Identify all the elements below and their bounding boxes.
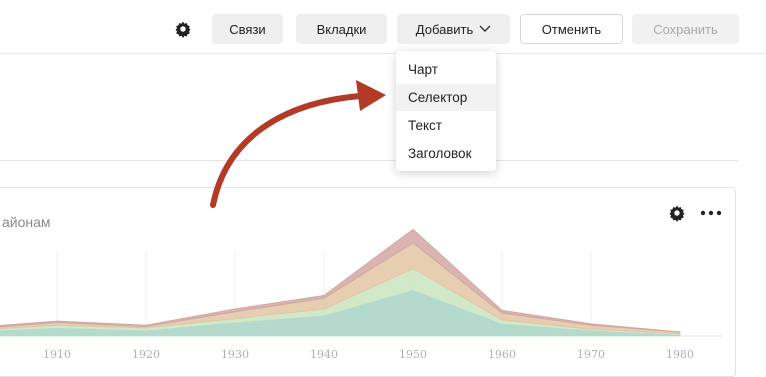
add-dropdown-menu: Чарт Селектор Текст Заголовок [396,51,496,171]
menu-item-label: Чарт [408,62,438,77]
menu-item-label: Селектор [408,90,468,105]
dashboard-toolbar: Связи Вкладки Добавить Отменить Сохранит… [0,0,766,56]
more-dots-icon [700,210,722,216]
chevron-down-icon [479,25,491,32]
save-button[interactable]: Сохранить [632,14,739,44]
add-button-label: Добавить [415,21,474,37]
gear-icon [669,205,685,222]
links-button-label: Связи [229,21,266,37]
widget-more-button[interactable] [696,200,726,226]
cancel-button[interactable]: Отменить [520,14,623,44]
chart-widget [0,187,736,377]
add-button[interactable]: Добавить [397,14,510,44]
widget-settings-button[interactable] [664,200,690,226]
settings-button[interactable] [168,14,198,44]
gear-icon [175,21,191,38]
section-divider [0,160,738,161]
links-button[interactable]: Связи [212,14,283,44]
menu-item-selector[interactable]: Селектор [396,84,496,111]
widget-title: айонам [2,214,51,230]
save-button-label: Сохранить [653,21,718,37]
tabs-button[interactable]: Вкладки [296,14,387,44]
menu-item-text[interactable]: Текст [396,112,496,139]
tabs-button-label: Вкладки [316,21,367,37]
toolbar-divider [0,53,766,54]
cancel-button-label: Отменить [541,21,602,37]
menu-item-label: Текст [408,118,442,133]
menu-item-heading[interactable]: Заголовок [396,140,496,167]
menu-item-chart[interactable]: Чарт [396,56,496,83]
menu-item-label: Заголовок [408,146,472,161]
